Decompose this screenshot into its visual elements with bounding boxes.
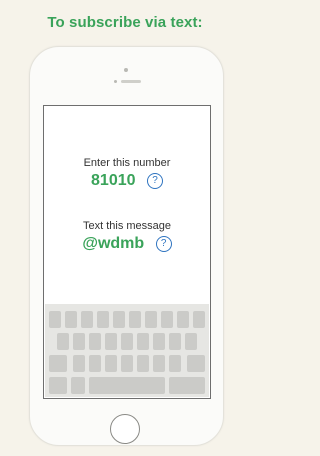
keyboard-key[interactable] — [169, 333, 181, 350]
keyboard-key[interactable] — [137, 355, 149, 372]
keyboard-key[interactable] — [153, 333, 165, 350]
speaker-slot — [121, 80, 141, 83]
keyboard-key[interactable] — [89, 355, 101, 372]
keyboard-key[interactable] — [65, 311, 77, 328]
keyboard-key[interactable] — [145, 311, 157, 328]
phone-screen: Enter this number 81010 ? Text this mess… — [43, 105, 211, 399]
keyboard-key[interactable] — [137, 333, 149, 350]
sensor-dot — [114, 80, 117, 83]
backspace-key[interactable] — [187, 355, 205, 372]
space-bar[interactable] — [89, 377, 165, 394]
camera-dot — [124, 68, 128, 72]
keyboard-key[interactable] — [193, 311, 205, 328]
keyboard-key[interactable] — [121, 333, 133, 350]
return-key[interactable] — [169, 377, 205, 394]
keyboard-key[interactable] — [129, 311, 141, 328]
keyboard-key[interactable] — [105, 355, 117, 372]
number-value: 81010 — [91, 172, 136, 189]
keyboard-key[interactable] — [161, 311, 173, 328]
message-help-icon[interactable]: ? — [155, 236, 172, 252]
keyboard — [45, 304, 209, 397]
keyboard-key[interactable] — [97, 311, 109, 328]
keyboard-key[interactable] — [57, 333, 69, 350]
keyboard-key[interactable] — [49, 311, 61, 328]
keyboard-key[interactable] — [105, 333, 117, 350]
number-mode-key[interactable] — [49, 377, 67, 394]
number-label: Enter this number — [83, 157, 171, 169]
page: To subscribe via text: Enter this number… — [0, 0, 250, 456]
shift-key[interactable] — [49, 355, 67, 372]
message-value: @wdmb — [82, 235, 145, 252]
keyboard-key[interactable] — [121, 355, 133, 372]
keyboard-key[interactable] — [73, 333, 85, 350]
keyboard-key[interactable] — [177, 311, 189, 328]
keyboard-key[interactable] — [153, 355, 165, 372]
keyboard-key[interactable] — [185, 333, 197, 350]
keyboard-key[interactable] — [89, 333, 101, 350]
message-row: @wdmb ? — [44, 235, 210, 253]
message-label: Text this message — [82, 220, 172, 232]
globe-key[interactable] — [71, 377, 85, 394]
number-row: 81010 ? — [44, 172, 210, 190]
home-button-icon[interactable] — [110, 414, 140, 444]
keyboard-key[interactable] — [113, 311, 125, 328]
keyboard-key[interactable] — [73, 355, 85, 372]
keyboard-key[interactable] — [81, 311, 93, 328]
number-help-icon[interactable]: ? — [146, 173, 163, 189]
keyboard-key[interactable] — [169, 355, 181, 372]
subscribe-heading: To subscribe via text: — [47, 14, 203, 31]
phone-illustration: Enter this number 81010 ? Text this mess… — [29, 46, 224, 446]
